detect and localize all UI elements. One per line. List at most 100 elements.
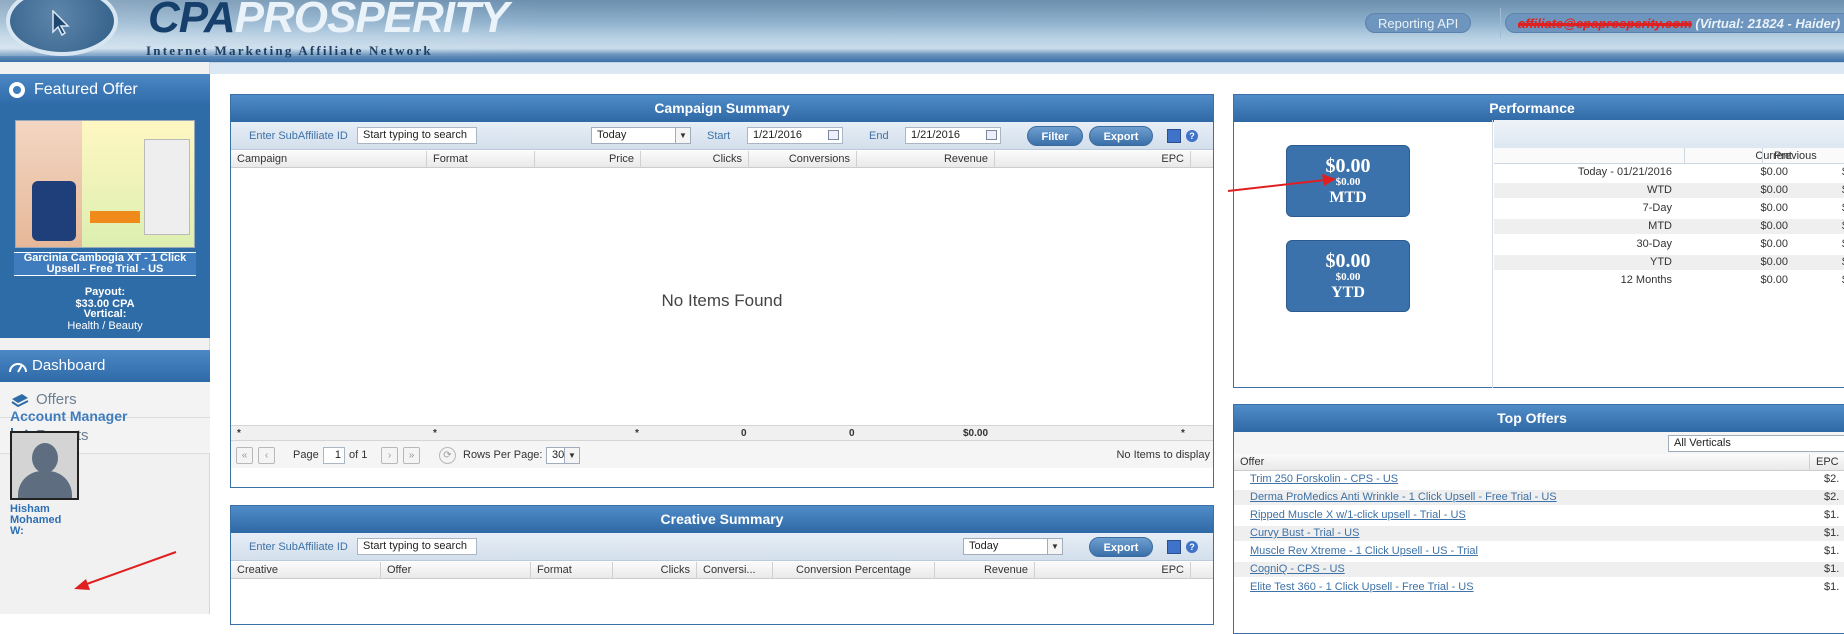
logo-title[interactable]: CPAPROSPERITY [148, 0, 510, 42]
chevron-down-icon[interactable]: ▼ [564, 448, 579, 463]
mtd-summary-box[interactable]: $0.00 $0.00 MTD [1286, 145, 1410, 217]
top-offers-toolbar: All Verticals [1234, 432, 1844, 454]
performance-row: MTD$0.00$0. [1494, 219, 1844, 234]
col-offer[interactable]: Offer [381, 562, 531, 579]
help-icon[interactable]: ? [1186, 541, 1198, 553]
col-conversions[interactable]: Conversions [749, 151, 857, 168]
calendar-icon[interactable] [828, 130, 839, 140]
ytd-subvalue: $0.00 [1335, 271, 1361, 283]
user-email-redacted: affiliate@cpaprosperity.com [1518, 16, 1692, 31]
creative-export-button[interactable]: Export [1089, 537, 1153, 557]
performance-row: 12 Months$0.00$0. [1494, 273, 1844, 288]
account-manager-name[interactable]: Hisham Mohamed W: [10, 504, 61, 537]
top-offer-epc: $1. [1824, 581, 1840, 593]
col-format[interactable]: Format [427, 151, 535, 168]
page-count-label: of 1 [349, 449, 368, 461]
performance-period: MTD [1648, 220, 1672, 232]
col-epc[interactable]: EPC [1035, 562, 1191, 579]
start-date-input[interactable]: 1/21/2016 [747, 127, 843, 144]
col-offer[interactable]: Offer [1234, 454, 1810, 471]
avatar-head-icon [32, 443, 58, 473]
top-offer-row: Trim 250 Forskolin - CPS - US $2. [1234, 472, 1844, 487]
end-date-input[interactable]: 1/21/2016 [905, 127, 1001, 144]
start-label: Start [707, 130, 731, 142]
col-epc[interactable]: EPC [1810, 454, 1844, 471]
campaign-grid-totals: * * * 0 0 $0.00 * [231, 425, 1213, 440]
col-campaign[interactable]: Campaign [231, 151, 427, 168]
chart-toggle-icon[interactable] [1167, 129, 1181, 143]
col-conversion-percentage[interactable]: Conversion Percentage [773, 562, 935, 579]
ytd-value: $0.00 [1325, 250, 1371, 272]
vertical-filter-select[interactable]: All Verticals [1668, 435, 1844, 452]
account-manager-avatar [10, 431, 79, 500]
filter-button[interactable]: Filter [1027, 126, 1083, 146]
performance-table-toolbar [1494, 120, 1844, 148]
subaffiliate-search-input[interactable]: Start typing to search [357, 127, 477, 144]
page-number-input[interactable]: 1 [323, 447, 345, 464]
col-epc[interactable]: EPC [995, 151, 1191, 168]
featured-offer-box: Garcinia Cambogia XT - 1 Click Upsell - … [0, 106, 210, 338]
creative-date-range-select[interactable]: Today ▼ [963, 538, 1063, 555]
logo-part-prosperity: PROSPERITY [234, 0, 510, 42]
campaign-pager: « ‹ Page 1 of 1 › » ⟳ Rows Per Page: 30 ▼… [231, 440, 1213, 468]
campaign-grid-header: Campaign Format Price Clicks Conversions… [231, 151, 1213, 168]
top-offer-link[interactable]: Trim 250 Forskolin - CPS - US [1250, 472, 1398, 487]
nav-dashboard[interactable]: Dashboard [0, 350, 210, 382]
last-page-icon[interactable]: » [403, 447, 420, 464]
performance-row: YTD$0.00$0. [1494, 255, 1844, 270]
offer-ad-panel [82, 121, 194, 247]
col-price[interactable]: Price [535, 151, 641, 168]
end-label: End [869, 130, 889, 142]
campaign-summary-panel: Campaign Summary Enter SubAffiliate ID S… [230, 94, 1214, 488]
date-range-value: Today [597, 129, 627, 141]
chevron-down-icon[interactable]: ▼ [675, 128, 690, 143]
vertical-value: Health / Beauty [67, 320, 143, 332]
user-virtual-id: (Virtual: 21824 - Haider) [1691, 16, 1841, 31]
creative-subaffiliate-search-input[interactable]: Start typing to search [357, 538, 477, 555]
col-clicks[interactable]: Clicks [641, 151, 749, 168]
chevron-down-icon[interactable]: ▼ [1047, 539, 1062, 554]
prev-page-icon[interactable]: ‹ [258, 447, 275, 464]
export-button[interactable]: Export [1089, 126, 1153, 146]
top-offer-link[interactable]: Ripped Muscle X w/1-click upsell - Trial… [1250, 508, 1466, 523]
col-format[interactable]: Format [531, 562, 613, 579]
top-offer-link[interactable]: Elite Test 360 - 1 Click Upsell - Free T… [1250, 580, 1474, 595]
mtd-label: MTD [1329, 189, 1367, 206]
top-offer-link[interactable]: Curvy Bust - Trial - US [1250, 526, 1359, 541]
rows-per-page-select[interactable]: 30 ▼ [546, 447, 580, 464]
top-offer-link[interactable]: CogniQ - CPS - US [1250, 562, 1345, 577]
top-offer-link[interactable]: Muscle Rev Xtreme - 1 Click Upsell - US … [1250, 544, 1478, 559]
chart-toggle-icon[interactable] [1167, 540, 1181, 554]
col-creative[interactable]: Creative [231, 562, 381, 579]
performance-current: $0.00 [1760, 256, 1788, 268]
featured-offer-link[interactable]: Garcinia Cambogia XT - 1 Click Upsell - … [14, 252, 196, 276]
pager-status: No Items to display [1116, 449, 1210, 461]
col-revenue[interactable]: Revenue [857, 151, 995, 168]
featured-offer-name: Garcinia Cambogia XT - 1 Click Upsell - … [14, 253, 196, 275]
col-clicks[interactable]: Clicks [613, 562, 697, 579]
col-revenue[interactable]: Revenue [935, 562, 1035, 579]
start-date-value: 1/21/2016 [753, 129, 802, 141]
refresh-icon[interactable]: ⟳ [439, 447, 456, 464]
books-icon [11, 394, 29, 408]
reporting-api-link[interactable]: Reporting API [1365, 13, 1472, 33]
manager-phone-label: W: [10, 525, 24, 537]
logo-cursor-icon [52, 10, 70, 36]
col-conversions[interactable]: Conversi... [697, 562, 773, 579]
help-icon[interactable]: ? [1186, 130, 1198, 142]
top-offers-panel: Top Offers All Verticals Offer EPC Trim … [1233, 404, 1844, 634]
performance-current: $0.00 [1760, 166, 1788, 178]
top-offer-link[interactable]: Derma ProMedics Anti Wrinkle - 1 Click U… [1250, 490, 1557, 505]
user-account-link[interactable]: affiliate@cpaprosperity.com (Virtual: 21… [1505, 13, 1844, 33]
date-range-select[interactable]: Today ▼ [591, 127, 691, 144]
first-page-icon[interactable]: « [236, 447, 253, 464]
performance-period: 30-Day [1636, 238, 1672, 250]
top-offer-row: Derma ProMedics Anti Wrinkle - 1 Click U… [1234, 490, 1844, 505]
ytd-summary-box[interactable]: $0.00 $0.00 YTD [1286, 240, 1410, 312]
creative-date-range-value: Today [969, 540, 999, 552]
next-page-icon[interactable]: › [381, 447, 398, 464]
top-offer-epc: $1. [1824, 527, 1840, 539]
calendar-icon[interactable] [986, 130, 997, 140]
featured-offer-image[interactable] [15, 120, 195, 248]
featured-offer-header: Featured Offer [0, 74, 210, 106]
